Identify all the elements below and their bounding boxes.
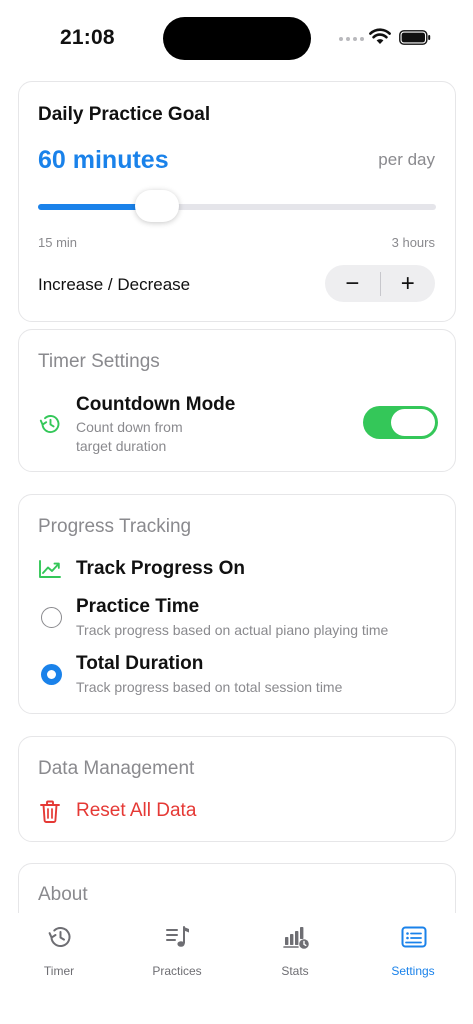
tab-bar: Timer Practices Stats Settings <box>0 913 473 1024</box>
data-management-card: Data Management Reset All Data <box>18 736 456 842</box>
goal-slider[interactable] <box>38 190 436 222</box>
reset-all-data-button[interactable]: Reset All Data <box>76 800 196 822</box>
tab-practices[interactable]: Practices <box>118 913 236 993</box>
practice-time-radio[interactable] <box>41 607 62 628</box>
total-duration-label[interactable]: Total Duration <box>76 653 203 675</box>
countdown-mode-toggle[interactable] <box>363 406 438 439</box>
tab-settings-label: Settings <box>391 964 435 978</box>
goal-value: 60 minutes <box>38 146 169 174</box>
decrease-button[interactable]: − <box>325 265 380 302</box>
increase-button[interactable]: + <box>380 265 435 302</box>
goal-stepper: − + <box>325 265 435 302</box>
range-min-label: 15 min <box>38 235 78 250</box>
timer-history-icon <box>48 927 71 948</box>
about-title: About <box>38 884 88 905</box>
progress-tracking-title: Progress Tracking <box>38 516 192 537</box>
slider-thumb[interactable] <box>135 190 180 222</box>
tab-practices-label: Practices <box>152 964 202 978</box>
range-max-label: 3 hours <box>391 235 435 250</box>
data-management-title: Data Management <box>38 758 195 779</box>
countdown-history-icon <box>39 415 60 433</box>
daily-goal-title: Daily Practice Goal <box>38 104 211 125</box>
tab-settings[interactable]: Settings <box>354 913 472 993</box>
countdown-mode-title: Countdown Mode <box>76 394 236 415</box>
music-list-icon <box>166 926 189 947</box>
countdown-mode-subtitle-line-1: Count down from <box>76 419 183 435</box>
stepper-label: Increase / Decrease <box>38 275 191 294</box>
total-duration-description: Track progress based on total session ti… <box>76 679 343 695</box>
settings-list-icon <box>401 926 427 948</box>
tab-timer-label: Timer <box>43 964 75 978</box>
timer-settings-title: Timer Settings <box>38 351 160 372</box>
tab-stats[interactable]: Stats <box>236 913 354 993</box>
countdown-mode-subtitle-line-2: target duration <box>76 438 167 454</box>
total-duration-radio[interactable] <box>41 664 62 685</box>
signal-icon <box>339 37 364 41</box>
battery-icon <box>399 30 431 45</box>
timer-settings-card: Timer Settings Countdown Mode Count down… <box>18 329 456 472</box>
daily-goal-card: Daily Practice Goal 60 minutes per day 1… <box>18 81 456 322</box>
tab-stats-label: Stats <box>281 964 309 978</box>
stats-chart-icon <box>283 927 309 949</box>
wifi-icon <box>369 28 391 44</box>
status-time: 21:08 <box>60 26 115 49</box>
status-bar: 21:08 <box>0 0 473 76</box>
chart-line-uptrend-icon <box>39 560 61 578</box>
dynamic-island <box>163 17 311 60</box>
tab-timer[interactable]: Timer <box>0 913 118 993</box>
progress-tracking-card: Progress Tracking Track Progress On Prac… <box>18 494 456 714</box>
trash-icon <box>40 800 60 823</box>
goal-unit: per day <box>378 150 435 169</box>
track-progress-title: Track Progress On <box>76 558 245 579</box>
practice-time-label[interactable]: Practice Time <box>76 596 199 618</box>
toggle-knob <box>391 409 435 436</box>
practice-time-description: Track progress based on actual piano pla… <box>76 622 389 638</box>
